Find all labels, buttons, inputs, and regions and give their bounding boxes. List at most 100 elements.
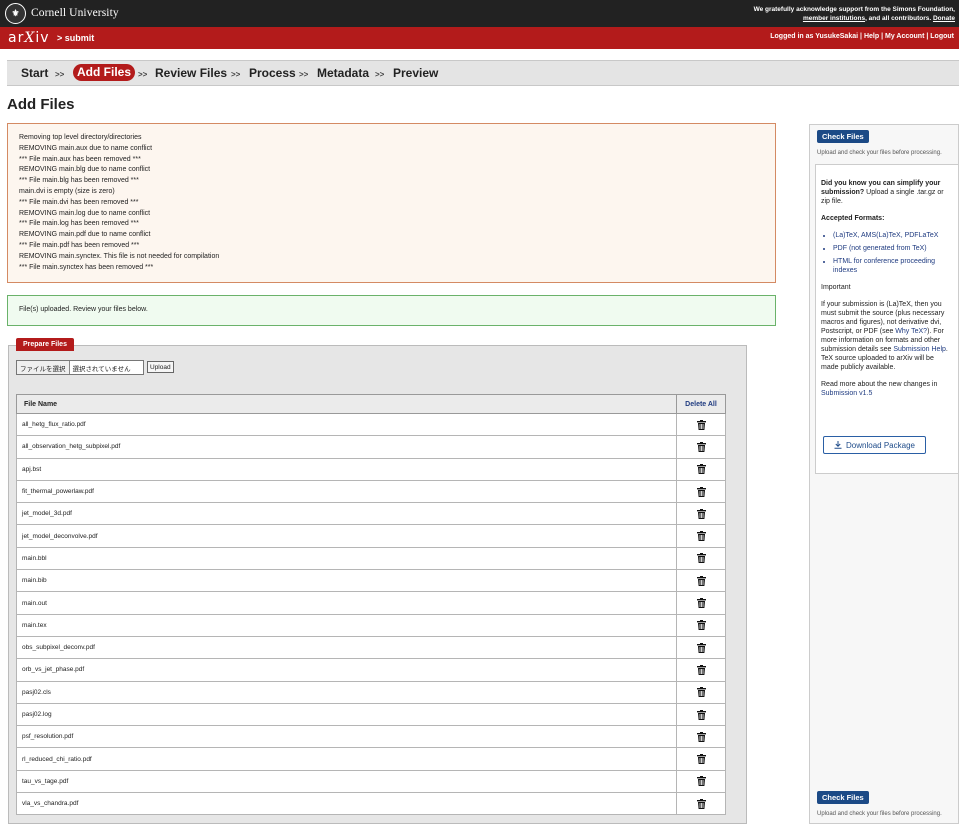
my-account-link[interactable]: My Account bbox=[885, 33, 924, 40]
format-html-link[interactable]: HTML for conference proceeding indexes bbox=[833, 257, 953, 275]
accepted-formats-heading-text: Accepted Formats: bbox=[821, 215, 885, 222]
delete-file-cell bbox=[676, 635, 726, 660]
file-name-cell[interactable]: fit_thermal_powerlaw.pdf bbox=[16, 479, 677, 504]
choose-file-button[interactable]: ファイルを選択 bbox=[17, 361, 70, 374]
trash-icon[interactable] bbox=[696, 419, 706, 430]
file-name-cell[interactable]: all_hetg_flux_ratio.pdf bbox=[16, 412, 677, 437]
submit-section-label[interactable]: > submit bbox=[57, 33, 94, 43]
trash-icon[interactable] bbox=[696, 731, 706, 742]
step-metadata[interactable]: Metadata bbox=[317, 66, 369, 80]
delete-file-cell bbox=[676, 524, 726, 548]
file-name-header: File Name bbox=[16, 394, 677, 414]
help-link[interactable]: Help bbox=[864, 33, 879, 40]
username: YusukeSakai bbox=[815, 33, 859, 40]
trash-icon[interactable] bbox=[696, 620, 706, 631]
support-acknowledgement: We gratefully acknowledge support from t… bbox=[754, 5, 955, 23]
delete-file-cell bbox=[676, 457, 726, 481]
check-files-button-top[interactable]: Check Files bbox=[817, 130, 869, 143]
separator: | bbox=[860, 33, 862, 40]
file-name-cell[interactable]: pasj02.cls bbox=[16, 680, 677, 704]
cornell-university-link[interactable]: Cornell University bbox=[31, 7, 119, 19]
file-name-cell[interactable]: all_observation_hetg_subpixel.pdf bbox=[16, 435, 677, 459]
check-files-hint-bottom: Upload and check your files before proce… bbox=[817, 811, 942, 817]
table-row: fit_thermal_powerlaw.pdf bbox=[16, 479, 726, 504]
file-name-cell[interactable]: main.tex bbox=[16, 613, 677, 637]
delete-file-cell bbox=[676, 658, 726, 682]
trash-icon[interactable] bbox=[696, 598, 706, 609]
trash-icon[interactable] bbox=[696, 575, 706, 586]
trash-icon[interactable] bbox=[696, 553, 706, 564]
step-separator: >> bbox=[231, 70, 241, 79]
trash-icon[interactable] bbox=[696, 642, 706, 653]
log-line: *** File main.synctex has been removed *… bbox=[19, 263, 154, 271]
trash-icon[interactable] bbox=[696, 776, 706, 787]
why-tex-link[interactable]: Why TeX? bbox=[895, 328, 927, 335]
file-name-cell[interactable]: orb_vs_jet_phase.pdf bbox=[16, 658, 677, 682]
delete-file-cell bbox=[676, 725, 726, 749]
trash-icon[interactable] bbox=[696, 798, 706, 809]
submission-steps: Start >> Add Files >> Review Files >> Pr… bbox=[7, 60, 959, 86]
logout-link[interactable]: Logout bbox=[930, 33, 954, 40]
submission-help-link[interactable]: Submission Help bbox=[893, 346, 946, 353]
table-row: pasj02.cls bbox=[16, 680, 726, 704]
delete-file-cell bbox=[676, 680, 726, 704]
file-name-cell[interactable]: main.out bbox=[16, 591, 677, 615]
step-review-files[interactable]: Review Files bbox=[155, 66, 227, 80]
table-row: main.tex bbox=[16, 613, 726, 637]
download-package-button[interactable]: Download Package bbox=[823, 436, 926, 454]
separator: | bbox=[926, 33, 929, 40]
table-row: jet_model_3d.pdf bbox=[16, 502, 726, 526]
submission-v15-link[interactable]: Submission v1.5 bbox=[821, 390, 872, 397]
file-name-cell[interactable]: main.bbl bbox=[16, 546, 677, 571]
page-title: Add Files bbox=[7, 96, 75, 113]
file-name-cell[interactable]: jet_model_3d.pdf bbox=[16, 502, 677, 526]
table-row: jet_model_deconvolve.pdf bbox=[16, 524, 726, 548]
upload-button[interactable]: Upload bbox=[147, 361, 174, 373]
format-latex-link[interactable]: (La)TeX, AMS(La)TeX, PDFLaTeX bbox=[833, 231, 953, 240]
table-row: orb_vs_jet_phase.pdf bbox=[16, 658, 726, 682]
file-name-cell[interactable]: obs_subpixel_deconv.pdf bbox=[16, 635, 677, 660]
delete-file-cell bbox=[676, 502, 726, 526]
arxiv-logo[interactable]: arXiv bbox=[8, 30, 50, 46]
step-add-files[interactable]: Add Files bbox=[73, 64, 136, 81]
delete-file-cell bbox=[676, 435, 726, 459]
file-name-cell[interactable]: psf_resolution.pdf bbox=[16, 725, 677, 749]
check-files-button-bottom[interactable]: Check Files bbox=[817, 791, 869, 804]
trash-icon[interactable] bbox=[696, 687, 706, 698]
trash-icon[interactable] bbox=[696, 508, 706, 519]
submission-info-card: Did you know you can simplify your submi… bbox=[815, 164, 959, 474]
submit-header: arXiv > submit Logged in as YusukeSakai … bbox=[0, 27, 959, 49]
trash-icon[interactable] bbox=[696, 486, 706, 497]
step-start[interactable]: Start bbox=[21, 66, 48, 80]
file-name-cell[interactable]: tau_vs_tage.pdf bbox=[16, 769, 677, 794]
table-row: pasj02.log bbox=[16, 702, 726, 727]
check-files-hint-top: Upload and check your files before proce… bbox=[817, 150, 942, 156]
log-line: *** File main.pdf has been removed *** bbox=[19, 241, 140, 249]
trash-icon[interactable] bbox=[696, 664, 706, 675]
trash-icon[interactable] bbox=[696, 531, 706, 542]
prepare-files-tab[interactable]: Prepare Files bbox=[16, 338, 74, 351]
step-separator: >> bbox=[55, 70, 65, 79]
file-input[interactable]: ファイルを選択 選択されていません bbox=[16, 360, 144, 375]
accepted-formats-list: (La)TeX, AMS(La)TeX, PDFLaTeX PDF (not g… bbox=[833, 231, 953, 275]
trash-icon[interactable] bbox=[696, 709, 706, 720]
delete-file-cell bbox=[676, 591, 726, 615]
table-header-row: File Name Delete All bbox=[16, 394, 726, 414]
file-name-cell[interactable]: vla_vs_chandra.pdf bbox=[16, 792, 677, 816]
file-name-cell[interactable]: main.bib bbox=[16, 569, 677, 593]
delete-all-button[interactable]: Delete All bbox=[676, 394, 726, 414]
trash-icon[interactable] bbox=[696, 441, 706, 452]
member-institutions-link[interactable]: member institutions bbox=[803, 15, 865, 22]
step-process[interactable]: Process bbox=[249, 66, 296, 80]
donate-link[interactable]: Donate bbox=[933, 15, 955, 22]
format-pdf-link[interactable]: PDF (not generated from TeX) bbox=[833, 244, 953, 253]
cornell-seal-icon[interactable]: ⚜ bbox=[5, 3, 26, 24]
step-preview[interactable]: Preview bbox=[393, 66, 438, 80]
no-file-selected-label: 選択されていません bbox=[72, 365, 131, 373]
trash-icon[interactable] bbox=[696, 464, 706, 475]
file-name-cell[interactable]: jet_model_deconvolve.pdf bbox=[16, 524, 677, 548]
file-name-cell[interactable]: apj.bst bbox=[16, 457, 677, 481]
file-name-cell[interactable]: pasj02.log bbox=[16, 702, 677, 727]
trash-icon[interactable] bbox=[696, 754, 706, 765]
file-name-cell[interactable]: rl_reduced_chi_ratio.pdf bbox=[16, 747, 677, 771]
